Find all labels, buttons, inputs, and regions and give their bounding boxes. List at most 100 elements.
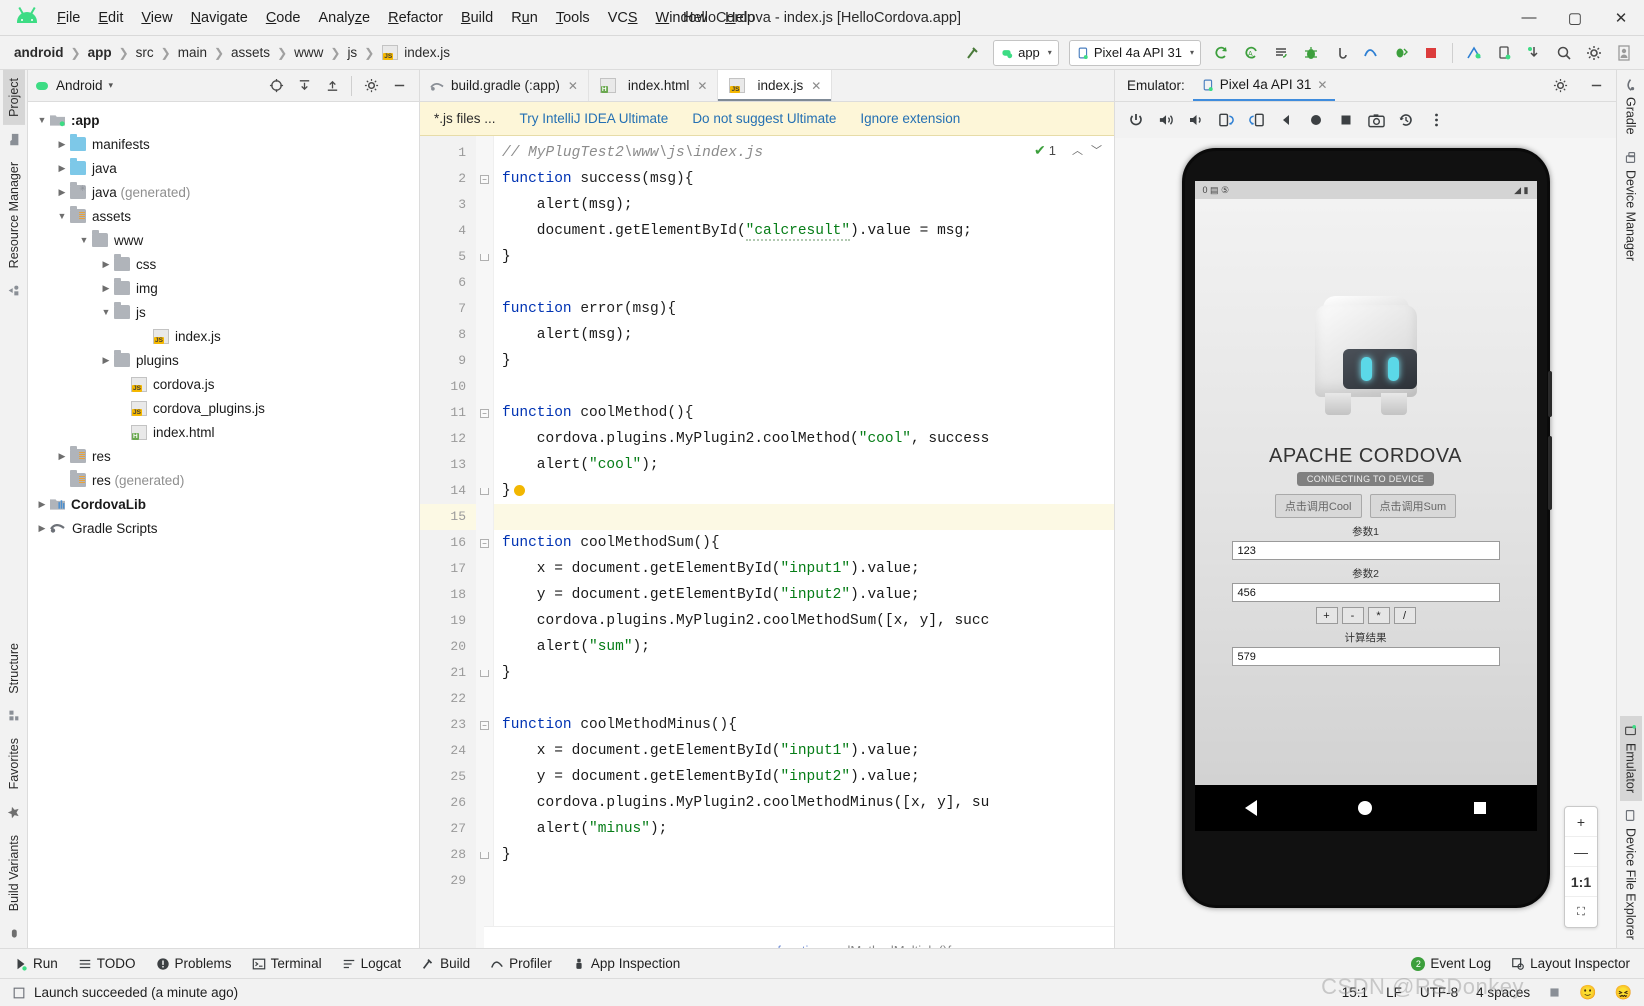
calcresult-field[interactable]: 579 <box>1232 647 1500 666</box>
chevron-right-icon[interactable]: ▶ <box>34 499 50 510</box>
more-icon[interactable] <box>1423 107 1449 133</box>
collapse-all-icon[interactable] <box>318 73 346 99</box>
fold-start-icon[interactable]: − <box>480 539 489 548</box>
input2-field[interactable]: 456 <box>1232 583 1500 602</box>
emulator-settings-gear-icon[interactable] <box>1546 73 1574 99</box>
chevron-down-icon[interactable]: ▼ <box>98 307 114 317</box>
attach-debugger-icon[interactable] <box>1327 40 1355 66</box>
hide-panel-icon[interactable] <box>385 73 413 99</box>
sidebar-tab-favorites[interactable]: Favorites <box>3 730 25 797</box>
chevron-right-icon[interactable]: ▶ <box>98 355 114 366</box>
menu-analyze[interactable]: Analyze <box>310 6 380 30</box>
breadcrumb-main[interactable]: main <box>178 45 207 60</box>
tool-todo[interactable]: TODO <box>78 956 136 971</box>
tool-layout-inspector[interactable]: Layout Inspector <box>1511 956 1630 971</box>
tree-node-res-generated[interactable]: res (generated) <box>28 468 419 492</box>
tree-node-manifests[interactable]: ▶ manifests <box>28 132 419 156</box>
zoom-out-button[interactable]: — <box>1565 837 1597 867</box>
screenshot-icon[interactable] <box>1363 107 1389 133</box>
chevron-right-icon[interactable]: ▶ <box>54 451 70 462</box>
tree-node-js[interactable]: ▼ js <box>28 300 419 324</box>
tree-node-java-generated[interactable]: ▶ java (generated) <box>28 180 419 204</box>
tree-node-cordova-js[interactable]: JS cordova.js <box>28 372 419 396</box>
close-icon[interactable]: ✕ <box>697 79 707 93</box>
menu-code[interactable]: Code <box>257 6 310 30</box>
overview-icon[interactable] <box>1333 107 1359 133</box>
tree-node-www[interactable]: ▼ www <box>28 228 419 252</box>
inspection-navigation[interactable]: ︿ ﹀ <box>1072 142 1102 158</box>
fold-start-icon[interactable]: − <box>480 175 489 184</box>
build-variants-icon-slot[interactable] <box>3 919 24 948</box>
run-configuration-selector[interactable]: app ▾ <box>993 40 1059 66</box>
intention-bulb-icon[interactable] <box>514 485 525 496</box>
home-icon[interactable] <box>1358 801 1372 815</box>
tree-node-img[interactable]: ▶ img <box>28 276 419 300</box>
device-selector[interactable]: Pixel 4a API 31 ▾ <box>1069 40 1201 66</box>
sidebar-tab-emulator[interactable]: Emulator <box>1620 716 1642 801</box>
chevron-right-icon[interactable]: ▶ <box>54 163 70 174</box>
breadcrumb-android[interactable]: android <box>14 45 64 60</box>
code-folding-gutter[interactable]: − − − − <box>476 136 494 948</box>
zoom-in-button[interactable]: + <box>1565 807 1597 837</box>
emulator-zoom-controls[interactable]: + — 1:1 ⛶ <box>1564 806 1598 928</box>
tool-event-log[interactable]: 2 Event Log <box>1411 956 1491 971</box>
fold-start-icon[interactable]: − <box>480 721 489 730</box>
chevron-right-icon[interactable]: ▶ <box>34 523 50 534</box>
build-hammer-icon[interactable] <box>959 40 987 66</box>
tool-problems[interactable]: Problems <box>156 956 232 971</box>
tree-node-index-js[interactable]: JS index.js <box>28 324 419 348</box>
menu-help[interactable]: Help <box>716 6 764 30</box>
chevron-down-icon[interactable]: ▼ <box>54 211 70 221</box>
close-button[interactable]: ✕ <box>1598 0 1644 36</box>
sidebar-tab-build-variants[interactable]: Build Variants <box>3 827 25 919</box>
breadcrumb-www[interactable]: www <box>294 45 323 60</box>
fold-end-icon[interactable] <box>480 488 489 495</box>
fold-end-icon[interactable] <box>480 254 489 261</box>
notification-ignore-extension-link[interactable]: Ignore extension <box>860 111 960 126</box>
sidebar-tab-device-file-explorer[interactable]: Device File Explorer <box>1620 801 1642 948</box>
menu-window[interactable]: Window <box>647 6 717 30</box>
tree-node-java[interactable]: ▶ java <box>28 156 419 180</box>
menu-build[interactable]: Build <box>452 6 502 30</box>
chevron-right-icon[interactable]: ▶ <box>54 187 70 198</box>
tab-index-html[interactable]: H index.html ✕ <box>589 70 719 101</box>
gear-icon[interactable] <box>1580 40 1608 66</box>
emulator-device-tab[interactable]: Pixel 4a API 31 ✕ <box>1193 70 1336 101</box>
code-text[interactable]: // MyPlugTest2\www\js\index.js function … <box>494 136 1114 948</box>
call-cool-button[interactable]: 点击调用Cool <box>1275 494 1362 518</box>
rotate-left-icon[interactable] <box>1213 107 1239 133</box>
feedback-happy-icon[interactable]: 🙂 <box>1579 984 1596 1001</box>
power-icon[interactable] <box>1123 107 1149 133</box>
tree-node-css[interactable]: ▶ css <box>28 252 419 276</box>
chevron-right-icon[interactable]: ▶ <box>98 259 114 270</box>
volume-up-icon[interactable] <box>1153 107 1179 133</box>
project-view-selector[interactable]: Android <box>56 78 103 93</box>
menu-edit[interactable]: Edit <box>89 6 132 30</box>
chevron-right-icon[interactable]: ▶ <box>98 283 114 294</box>
tab-index-js[interactable]: JS index.js ✕ <box>718 70 832 101</box>
fold-end-icon[interactable] <box>480 670 489 677</box>
tool-logcat[interactable]: Logcat <box>342 956 402 971</box>
lock-icon[interactable] <box>1548 986 1561 999</box>
minimize-button[interactable]: — <box>1506 0 1552 36</box>
tree-node-cordovalib[interactable]: ▶ CordovaLib <box>28 492 419 516</box>
input1-field[interactable]: 123 <box>1232 541 1500 560</box>
favorites-icon-slot[interactable] <box>3 798 24 827</box>
tree-node-app[interactable]: ▼ :app <box>28 108 419 132</box>
close-icon[interactable]: ✕ <box>1317 78 1327 92</box>
back-icon[interactable] <box>1245 800 1257 816</box>
close-icon[interactable]: ✕ <box>568 79 578 93</box>
menu-refactor[interactable]: Refactor <box>379 6 452 30</box>
device-file-explorer-icon[interactable] <box>1490 40 1518 66</box>
tree-node-gradle-scripts[interactable]: ▶ Gradle Scripts <box>28 516 419 540</box>
profiler-icon[interactable] <box>1357 40 1385 66</box>
power-button-hardware[interactable] <box>1548 371 1552 417</box>
menu-navigate[interactable]: Navigate <box>182 6 257 30</box>
search-icon[interactable] <box>1550 40 1578 66</box>
previous-problem-icon[interactable]: ︿ <box>1072 142 1083 158</box>
breadcrumb-assets[interactable]: assets <box>231 45 270 60</box>
operator-plus-button[interactable]: + <box>1316 607 1338 624</box>
operator-divide-button[interactable]: / <box>1394 607 1416 624</box>
resource-manager-icon-slot[interactable] <box>3 276 24 305</box>
chevron-down-icon[interactable]: ▾ <box>109 80 114 91</box>
